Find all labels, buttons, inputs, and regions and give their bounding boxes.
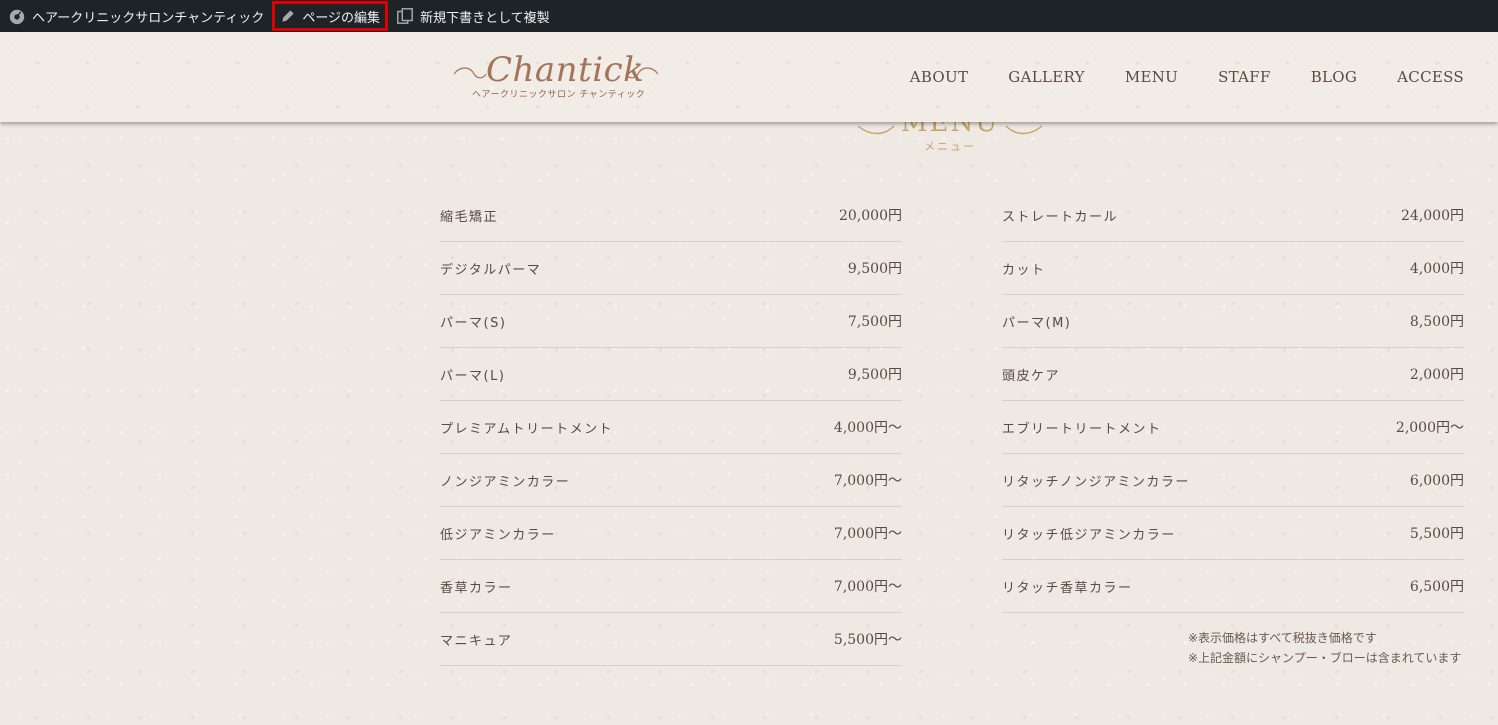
menu-item-price: 20,000円 xyxy=(839,208,902,224)
menu-item-price: 9,500円 xyxy=(847,261,902,277)
menu-item-price: 24,000円 xyxy=(1401,208,1464,224)
menu-item-name: 低ジアミンカラー xyxy=(440,527,556,543)
menu-item-name: リタッチノンジアミンカラー xyxy=(1002,474,1190,490)
menu-item-name: パーマ(M) xyxy=(1002,315,1072,331)
logo-flourish-right-icon xyxy=(625,67,659,79)
price-note-tax: ※表示価格はすべて税抜き価格です xyxy=(1188,631,1377,645)
menu-item: ストレートカール 24,000円 xyxy=(1002,189,1464,242)
menu-item-name: マニキュア xyxy=(440,633,513,649)
menu-item-name: 香草カラー xyxy=(440,580,513,596)
edit-page-label: ページの編集 xyxy=(302,10,381,26)
duplicate-draft-link[interactable]: 新規下書きとして複製 xyxy=(388,0,558,32)
menu-item: リタッチノンジアミンカラー 6,000円 xyxy=(1002,454,1464,507)
pencil-icon xyxy=(282,10,294,22)
menu-item-name: 縮毛矯正 xyxy=(440,209,499,225)
edit-page-link[interactable]: ページの編集 xyxy=(272,1,389,31)
menu-item-name: ノンジアミンカラー xyxy=(440,474,571,490)
copy-icon xyxy=(397,8,413,24)
menu-item-price: 7,000円〜 xyxy=(833,473,902,489)
site-header: Chantick ヘアークリニックサロン チャンティック ABOUT GALLE… xyxy=(0,32,1498,122)
menu-item-name: ストレートカール xyxy=(1002,209,1119,225)
nav-about[interactable]: ABOUT xyxy=(910,68,969,86)
menu-item-price: 6,000円 xyxy=(1409,473,1464,489)
menu-item-name: デジタルパーマ xyxy=(440,262,542,278)
nav-staff[interactable]: STAFF xyxy=(1218,68,1271,86)
menu-item-price: 7,000円〜 xyxy=(833,579,902,595)
menu-item: ノンジアミンカラー 7,000円〜 xyxy=(440,454,902,507)
menu-item: 頭皮ケア 2,000円 xyxy=(1002,348,1464,401)
dashboard-icon xyxy=(9,9,25,25)
menu-item: パーマ(S) 7,500円 xyxy=(440,295,902,348)
menu-item-name: エブリートリートメント xyxy=(1002,421,1162,437)
menu-item: プレミアムトリートメント 4,000円〜 xyxy=(440,401,902,454)
menu-item-name: リタッチ低ジアミンカラー xyxy=(1002,527,1176,543)
menu-list-right: ストレートカール 24,000円 カット 4,000円 パーマ(M) 8,500円 頭… xyxy=(1002,189,1464,613)
menu-item: リタッチ低ジアミンカラー 5,500円 xyxy=(1002,507,1464,560)
menu-item: 低ジアミンカラー 7,000円〜 xyxy=(440,507,902,560)
menu-item: リタッチ香草カラー 6,500円 xyxy=(1002,560,1464,613)
menu-item-price: 5,500円〜 xyxy=(833,632,902,648)
menu-item-price: 5,500円 xyxy=(1409,526,1464,542)
menu-item-name: プレミアムトリートメント xyxy=(440,421,614,437)
menu-item-price: 2,000円〜 xyxy=(1395,420,1464,436)
menu-item-name: 頭皮ケア xyxy=(1002,368,1061,384)
logo-subtitle: ヘアークリニックサロン チャンティック xyxy=(472,90,646,100)
menu-item: マニキュア 5,500円〜 xyxy=(440,613,902,666)
menu-item: カット 4,000円 xyxy=(1002,242,1464,295)
menu-item: 香草カラー 7,000円〜 xyxy=(440,560,902,613)
nav-menu[interactable]: MENU xyxy=(1125,68,1178,86)
logo-text: Chantick xyxy=(486,50,645,90)
admin-site-name: ヘアークリニックサロンチャンティック xyxy=(32,10,265,26)
price-notes: ※表示価格はすべて税抜き価格です ※上記金額にシャンプー・ブローは含まれています xyxy=(1188,628,1468,668)
menu-item-price: 7,500円 xyxy=(847,314,902,330)
section-subtitle: メニュー xyxy=(924,140,976,153)
nav-access[interactable]: ACCESS xyxy=(1397,68,1464,86)
menu-item-price: 4,000円 xyxy=(1409,261,1464,277)
menu-item-price: 2,000円 xyxy=(1409,367,1464,383)
menu-item-price: 6,500円 xyxy=(1409,579,1464,595)
menu-item-price: 9,500円 xyxy=(847,367,902,383)
nav-gallery[interactable]: GALLERY xyxy=(1008,68,1085,86)
menu-item-name: パーマ(S) xyxy=(440,315,507,331)
main-nav: ABOUT GALLERY MENU STAFF BLOG ACCESS xyxy=(870,68,1464,86)
admin-bar: ヘアークリニックサロンチャンティック ページの編集 新規下書きとして複製 xyxy=(0,0,1498,32)
menu-item: パーマ(M) 8,500円 xyxy=(1002,295,1464,348)
price-note-shampoo: ※上記金額にシャンプー・ブローは含まれています xyxy=(1188,651,1462,665)
menu-item-name: カット xyxy=(1002,262,1046,278)
menu-item-name: パーマ(L) xyxy=(440,368,506,384)
menu-item: 縮毛矯正 20,000円 xyxy=(440,189,902,242)
menu-item: エブリートリートメント 2,000円〜 xyxy=(1002,401,1464,454)
logo-flourish-left-icon xyxy=(453,67,487,79)
menu-item-price: 8,500円 xyxy=(1409,314,1464,330)
menu-item: デジタルパーマ 9,500円 xyxy=(440,242,902,295)
menu-list-left: 縮毛矯正 20,000円 デジタルパーマ 9,500円 パーマ(S) 7,500円 パ… xyxy=(440,189,902,666)
duplicate-draft-label: 新規下書きとして複製 xyxy=(420,10,550,26)
nav-blog[interactable]: BLOG xyxy=(1311,68,1357,86)
site-logo[interactable]: Chantick ヘアークリニックサロン チャンティック xyxy=(452,50,662,106)
admin-site-link[interactable]: ヘアークリニックサロンチャンティック xyxy=(0,0,272,32)
menu-item: パーマ(L) 9,500円 xyxy=(440,348,902,401)
menu-item-price: 4,000円〜 xyxy=(833,420,902,436)
menu-item-name: リタッチ香草カラー xyxy=(1002,580,1133,596)
menu-item-price: 7,000円〜 xyxy=(833,526,902,542)
